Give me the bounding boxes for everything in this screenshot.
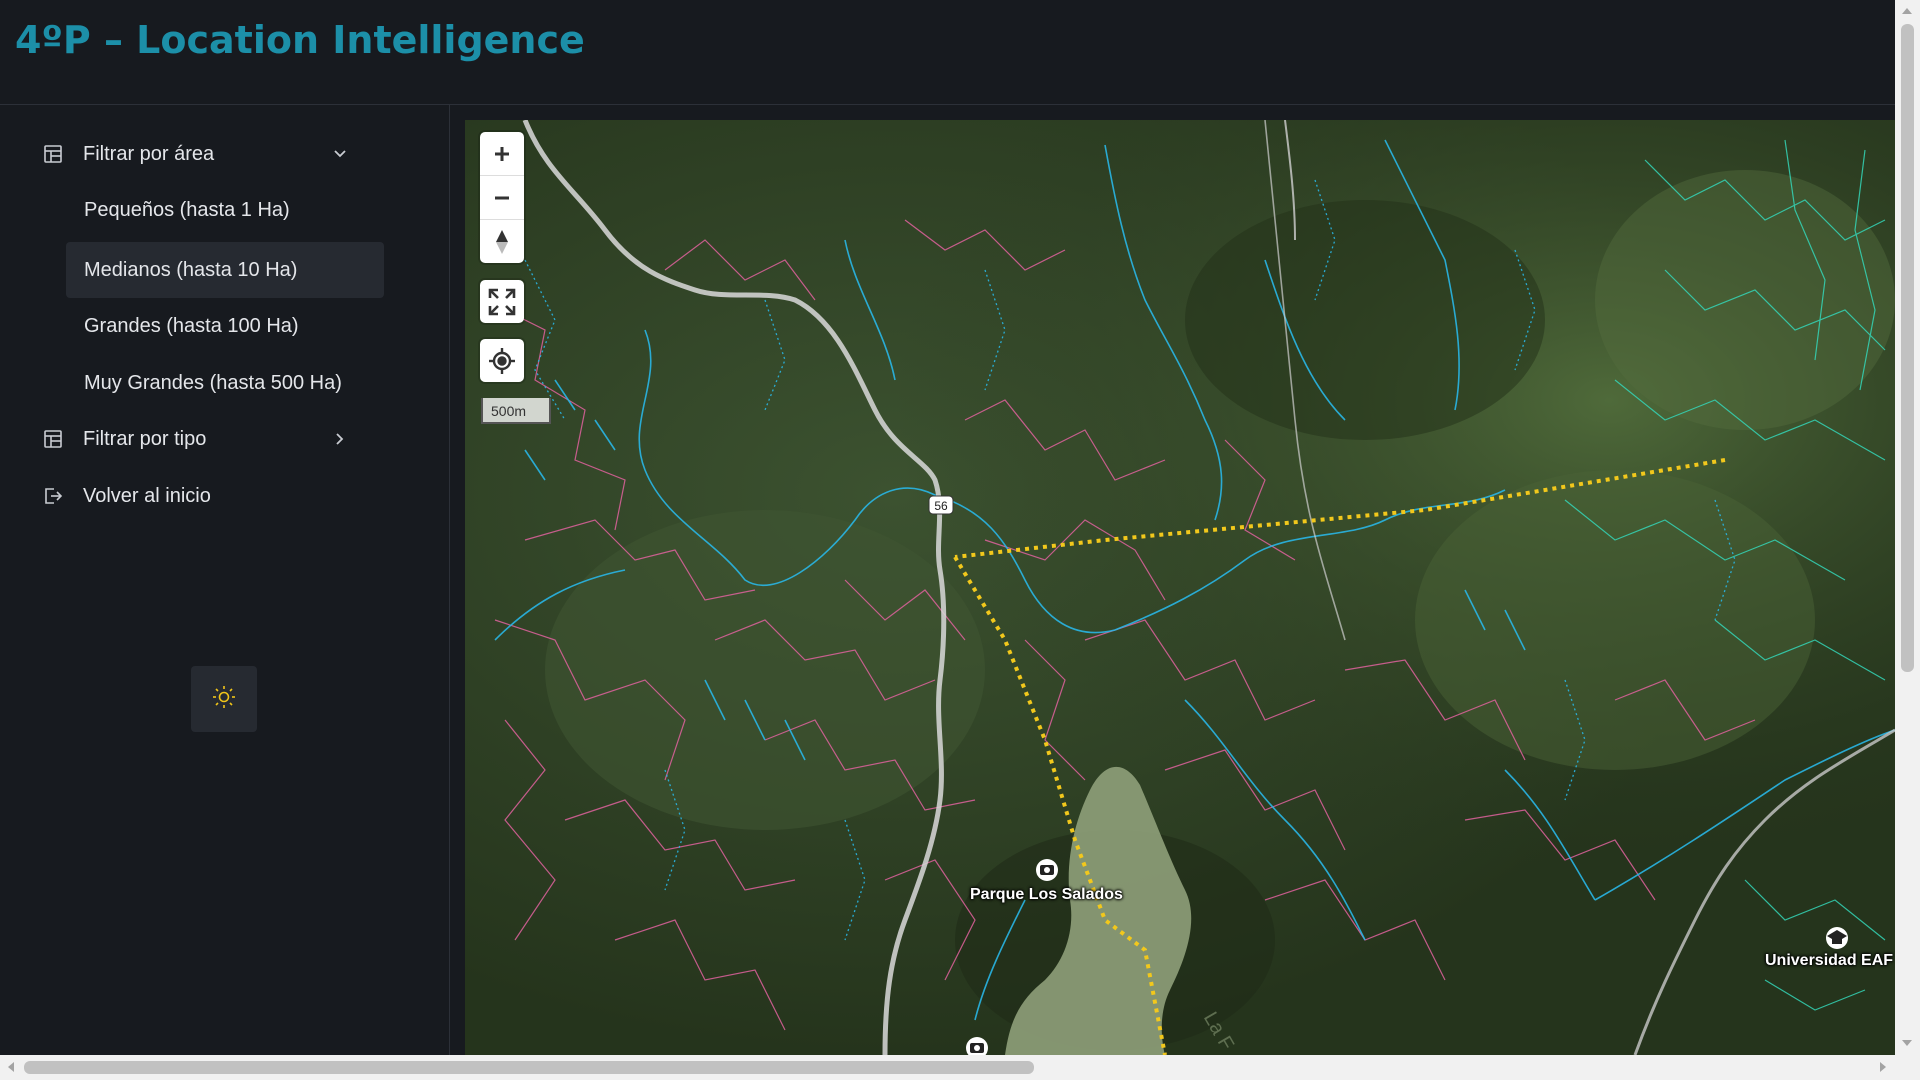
university-label: Universidad EAF	[1765, 952, 1894, 969]
map-canvas[interactable]: 56 Parque Los Salados Universidad EAF La…	[465, 120, 1895, 1055]
logout-icon	[40, 483, 66, 509]
scroll-right-icon[interactable]	[1880, 1062, 1886, 1072]
area-option-label: Medianos (hasta 10 Ha)	[84, 258, 298, 281]
type-filter-toggle[interactable]: Filtrar por tipo	[40, 411, 370, 467]
crosshair-icon	[489, 347, 515, 374]
park-label: Parque Los Salados	[970, 886, 1123, 903]
scroll-down-icon[interactable]	[1902, 1040, 1912, 1046]
svg-text:56: 56	[934, 499, 948, 513]
sidebar: Filtrar por área Pequeños (hasta 1 Ha) M…	[0, 105, 450, 1055]
satellite-map: 56	[465, 120, 1895, 1055]
area-option-large[interactable]: Grandes (hasta 100 Ha)	[66, 298, 384, 354]
fullscreen-icon	[488, 288, 516, 315]
home-link[interactable]: Volver al inicio	[40, 468, 370, 524]
zoom-in-button[interactable]	[480, 132, 524, 176]
geolocate-button[interactable]	[480, 339, 524, 382]
type-filter-label: Filtrar por tipo	[83, 427, 207, 450]
fullscreen-control	[480, 280, 524, 323]
filter-table-icon	[40, 426, 66, 452]
minus-icon	[495, 196, 509, 199]
page-title: 4ºP – Location Intelligence	[15, 18, 585, 62]
scroll-up-icon[interactable]	[1902, 8, 1912, 14]
plus-icon	[495, 146, 509, 161]
area-option-label: Pequeños (hasta 1 Ha)	[84, 198, 290, 221]
area-filter-toggle[interactable]: Filtrar por área	[40, 126, 370, 182]
area-filter-label: Filtrar por área	[83, 142, 215, 165]
geolocate-control	[480, 339, 524, 382]
camera-poi-icon	[1036, 859, 1058, 881]
home-label: Volver al inicio	[83, 484, 211, 507]
horizontal-scroll-thumb[interactable]	[24, 1061, 1034, 1074]
university-poi-icon	[1826, 927, 1848, 949]
zoom-out-button[interactable]	[480, 176, 524, 220]
chevron-down-icon	[330, 144, 350, 164]
filter-table-icon	[40, 141, 66, 167]
app-root: 4ºP – Location Intelligence Filtrar por …	[0, 0, 1920, 1080]
area-option-medium[interactable]: Medianos (hasta 10 Ha)	[66, 242, 384, 298]
vertical-scroll-thumb[interactable]	[1901, 24, 1914, 672]
horizontal-scrollbar[interactable]	[0, 1055, 1920, 1080]
area-option-label: Grandes (hasta 100 Ha)	[84, 314, 299, 337]
scroll-left-icon[interactable]	[8, 1062, 14, 1072]
map-scale: 500m	[481, 398, 551, 424]
fullscreen-button[interactable]	[480, 280, 524, 323]
compass-icon	[496, 229, 508, 254]
zoom-controls	[480, 132, 524, 263]
theme-toggle-button[interactable]	[191, 666, 257, 732]
compass-button[interactable]	[480, 220, 524, 263]
area-option-small[interactable]: Pequeños (hasta 1 Ha)	[66, 182, 384, 238]
sun-icon	[211, 684, 237, 715]
chevron-right-icon	[330, 429, 350, 449]
vertical-scrollbar[interactable]	[1895, 0, 1920, 1055]
area-option-label: Muy Grandes (hasta 500 Ha)	[84, 371, 342, 394]
header: 4ºP – Location Intelligence	[0, 0, 1895, 105]
road-shield-56: 56	[928, 495, 954, 515]
area-option-very-large[interactable]: Muy Grandes (hasta 500 Ha)	[66, 355, 384, 411]
